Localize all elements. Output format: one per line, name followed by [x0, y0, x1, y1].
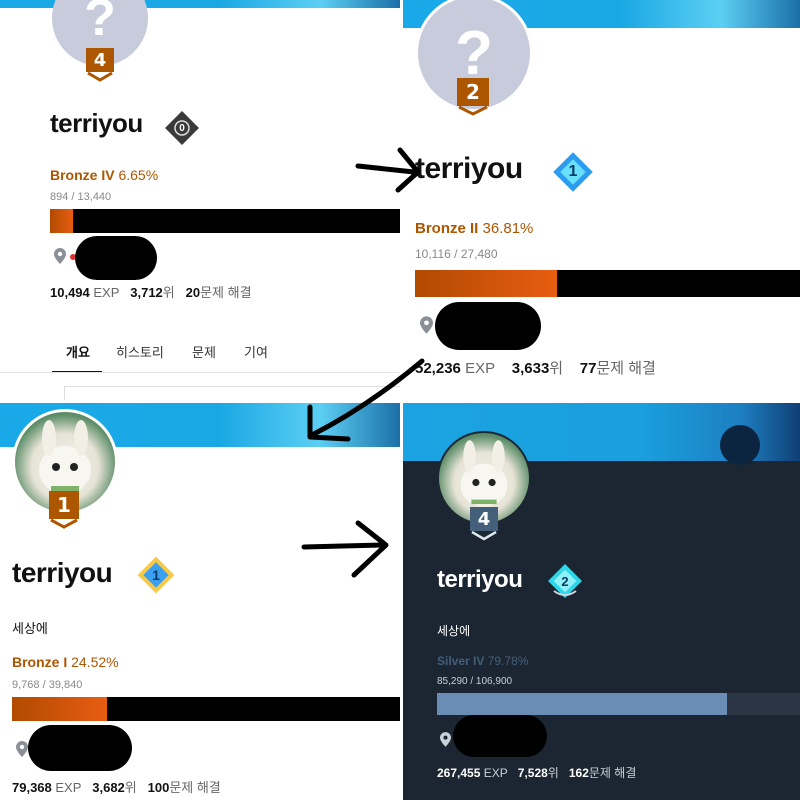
class-badge: 2 — [545, 561, 585, 601]
arrow-icon — [307, 358, 425, 442]
tier-line: Bronze II 36.81% — [415, 220, 533, 237]
username: terriyou — [12, 557, 113, 588]
rank: 7,528 — [517, 766, 548, 780]
arrow-icon — [355, 147, 421, 193]
tier-flag: 2 — [457, 78, 489, 116]
location-pin-icon — [440, 732, 451, 747]
rank: 3,682 — [92, 780, 125, 795]
class-badge: 0 — [162, 108, 202, 148]
tab-problems[interactable]: 문제 — [192, 342, 216, 361]
tier-percent: 6.65% — [118, 167, 159, 183]
tier-name: Bronze I — [12, 654, 68, 670]
tier-percent: 79.78% — [487, 654, 529, 668]
exp-progress-bar — [415, 270, 800, 297]
total-exp: 10,494 — [50, 285, 90, 300]
solved-count: 162 — [568, 766, 589, 780]
tier-name: Bronze II — [415, 220, 479, 237]
solved-count: 20 — [185, 285, 201, 300]
tab-history[interactable]: 히스토리 — [116, 342, 164, 361]
exp-progress-text: 894 / 13,440 — [50, 191, 112, 203]
tier-percent: 24.52% — [71, 654, 119, 670]
tier-name: Bronze IV — [50, 167, 115, 183]
tier-flag: 1 — [49, 491, 79, 529]
tier-line: Bronze I 24.52% — [12, 654, 119, 670]
tier-line: Bronze IV 6.65% — [50, 167, 158, 183]
exp-progress-text: 9,768 / 39,840 — [12, 679, 83, 691]
location-pin-icon — [420, 316, 433, 334]
username: terriyou — [437, 566, 523, 593]
exp-progress-bar — [437, 693, 800, 715]
bio-text: 세상에 — [12, 621, 48, 636]
class-badge: 1 — [134, 553, 178, 597]
bio-text: 세상에 — [437, 624, 471, 638]
location-pin-icon — [54, 248, 66, 264]
exp-progress-text: 85,290 / 106,900 — [437, 676, 513, 687]
location-pin-icon — [16, 741, 28, 757]
redacted-region — [28, 725, 132, 771]
banner-ornament — [720, 425, 760, 465]
user-stats: 79,368 EXP 3,682위 100문제 해결 — [12, 780, 221, 795]
tier-line: Silver IV 79.78% — [437, 654, 528, 668]
profile-panel-bronze-i: 1 terriyou 1 세상에 Bronze I 24.52% 9,768 /… — [0, 403, 400, 800]
exp-progress-fill — [437, 693, 727, 715]
exp-progress-fill — [50, 209, 74, 233]
tier-name: Silver IV — [437, 654, 485, 668]
redacted-region — [435, 302, 541, 350]
tier-percent: 36.81% — [482, 220, 534, 237]
user-stats: 52,236 EXP 3,633위 77문제 해결 — [415, 360, 656, 377]
total-exp: 267,455 — [437, 766, 481, 780]
username: terriyou — [50, 108, 143, 138]
rank: 3,633 — [511, 360, 550, 377]
exp-progress-text: 10,116 / 27,480 — [415, 247, 498, 261]
profile-panel-bronze-iv: ? 4 terriyou 0 Bronze IV 6.65% 894 / 13,… — [0, 0, 400, 400]
exp-progress-bar — [50, 209, 400, 233]
tab-contributions[interactable]: 기여 — [244, 342, 268, 361]
tier-flag: 4 — [86, 48, 114, 82]
solved-count: 77 — [579, 360, 597, 377]
profile-panel-bronze-ii: ? 2 terriyou 1 Bronze II 36.81% 10,116 /… — [403, 0, 800, 400]
user-stats: 10,494 EXP 3,712위 20문제 해결 — [50, 285, 252, 300]
tier-flag: 4 — [470, 507, 498, 541]
exp-progress-bar — [12, 697, 400, 721]
exp-progress-fill — [12, 697, 108, 721]
exp-progress-fill — [415, 270, 557, 297]
profile-panel-silver-iv: 4 terriyou 2 세상에 Silver IV 79.78% 85,290… — [403, 403, 800, 800]
redacted-region — [75, 236, 157, 280]
redacted-region — [453, 715, 547, 757]
rank: 3,712 — [130, 285, 163, 300]
arrow-icon — [301, 520, 389, 578]
tab-overview[interactable]: 개요 — [66, 342, 90, 361]
total-exp: 79,368 — [12, 780, 52, 795]
solved-count: 100 — [147, 780, 170, 795]
user-stats: 267,455 EXP 7,528위 162문제 해결 — [437, 766, 637, 780]
class-badge: 1 — [549, 148, 597, 196]
